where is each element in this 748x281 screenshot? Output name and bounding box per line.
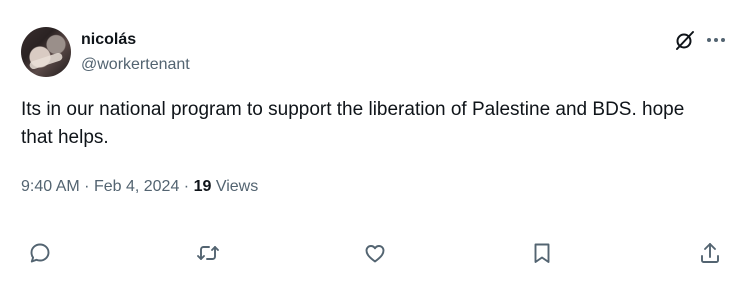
reply-button[interactable] [28,241,52,265]
bookmark-button[interactable] [530,241,554,265]
avatar[interactable] [21,27,71,77]
tweet-date[interactable]: Feb 4, 2024 [94,178,179,195]
bookmark-icon [534,243,550,263]
reply-icon [30,243,50,263]
share-button[interactable] [698,241,722,265]
tweet-time[interactable]: 9:40 AM [21,178,80,195]
user-handle[interactable]: @workertenant [81,55,190,75]
retweet-button[interactable] [196,241,220,265]
divider [21,217,727,218]
tweet-meta: 9:40 AM · Feb 4, 2024 · 19 Views [21,177,258,197]
views-label: Views [215,178,259,195]
tweet-card: nicolás @workertenant Its in our nationa… [0,0,748,281]
views-count: 19 [193,178,212,195]
display-name[interactable]: nicolás [81,31,136,49]
meta-separator: · [84,178,90,195]
avatar-detail [28,51,64,71]
share-icon [701,243,719,263]
meta-separator: · [183,178,190,195]
more-icon[interactable] [704,28,728,52]
tweet-text: Its in our national program to support t… [21,99,685,148]
grok-icon[interactable] [673,28,697,52]
retweet-icon [197,246,219,260]
like-button[interactable] [363,241,387,265]
like-icon [365,245,385,263]
